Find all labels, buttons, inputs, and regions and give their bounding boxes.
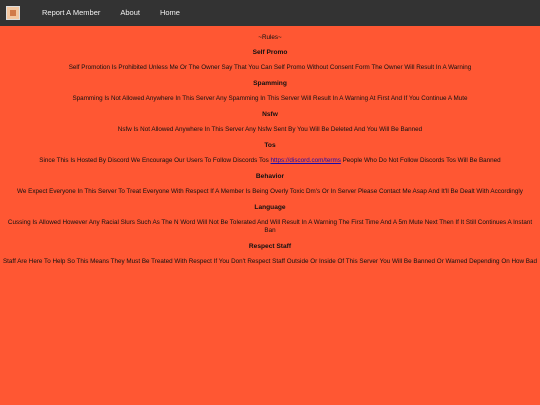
nav-link-report-member[interactable]: Report A Member [32,0,110,26]
tos-text-before: Since This Is Hosted By Discord We Encou… [39,157,269,164]
section-title-tos: Tos [264,142,276,149]
section-text-tos: Since This Is Hosted By Discord We Encou… [2,157,538,165]
section-text-behavior: We Expect Everyone In This Server To Tre… [17,188,523,195]
tos-text-after: People Who Do Not Follow Discords Tos Wi… [342,157,501,164]
section-text-language: Cussing Is Allowed However Any Racial Sl… [7,219,533,234]
section-title-nsfw: Nsfw [262,111,278,118]
section-text-spamming: Spamming Is Not Allowed Anywhere In This… [72,95,468,102]
section-title-behavior: Behavior [255,173,285,180]
section-text-self-promo: Self Promotion Is Prohibited Unless Me O… [68,64,472,71]
section-title-respect-staff: Respect Staff [248,243,292,250]
rules-heading: ~Rules~ [258,34,282,41]
section-text-respect-staff: Staff Are Here To Help So This Means The… [2,258,538,265]
rules-content: ~Rules~ Self Promo Self Promotion Is Pro… [0,34,540,266]
discord-terms-link[interactable]: https://discord.com/terms [271,157,341,164]
section-title-self-promo: Self Promo [252,49,288,56]
section-text-nsfw: Nsfw Is Not Allowed Anywhere In This Ser… [117,126,423,133]
top-navbar: Report A Member About Home [0,0,540,26]
site-logo[interactable] [6,6,20,20]
section-title-spamming: Spamming [253,80,287,87]
section-title-language: Language [254,204,286,211]
nav-link-about[interactable]: About [110,0,150,26]
nav-link-home[interactable]: Home [150,0,190,26]
